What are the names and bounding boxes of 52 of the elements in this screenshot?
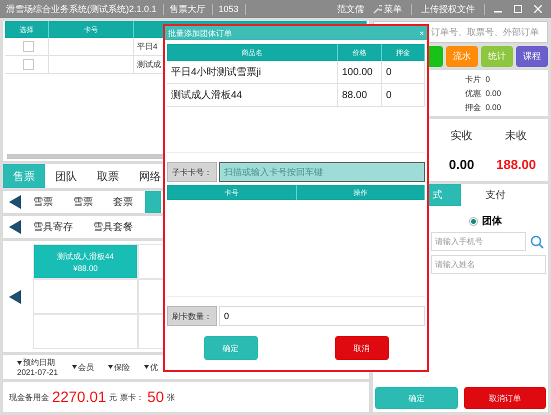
order-button[interactable]: 取消订单	[464, 387, 546, 409]
cash-unit: 元	[109, 392, 118, 402]
left-arrow-icon[interactable]	[9, 220, 21, 234]
cards-label: 票卡：	[120, 392, 144, 402]
window-title: 滑雪场综合业务系统(测试系统)2.1.0.1	[6, 2, 157, 16]
caret-icon	[17, 360, 22, 364]
option-dropdown[interactable]: 优	[150, 362, 158, 372]
total-amount: 188.00	[496, 157, 536, 172]
option-dropdown[interactable]: 保险	[114, 362, 130, 372]
caret-icon	[144, 365, 149, 369]
dialog-title: 批量添加团体订单	[168, 28, 232, 38]
summary-line: 卡片 0	[465, 74, 491, 84]
row-checkbox[interactable]	[22, 41, 34, 52]
cash-label: 现金备用金	[9, 392, 49, 402]
search-icon[interactable]	[530, 234, 544, 248]
table-cell: 平日4小时测试雪票ji	[167, 61, 338, 83]
total-label: 未收	[505, 129, 528, 143]
wrench-icon	[373, 4, 382, 14]
total-label: 实收	[450, 128, 473, 143]
option-dropdown[interactable]: 预约日期	[23, 357, 55, 368]
card-number-field[interactable]: 扫描或输入卡号按回车键	[219, 162, 425, 182]
row-checkbox[interactable]	[22, 59, 34, 70]
user-name: 范文儒	[337, 2, 364, 16]
option-value: 2021-07-21	[17, 368, 58, 377]
terminal-number: 1053	[218, 4, 239, 14]
cards-count: 50	[147, 388, 164, 406]
count-label: 刷卡数量：	[167, 306, 217, 326]
dialog-button[interactable]: 取消	[334, 336, 388, 360]
summary-line: 优惠 0.00	[465, 88, 502, 98]
phone-field[interactable]: 请输入手机号	[431, 232, 526, 251]
table-cell: 88.00	[338, 84, 382, 106]
name-field[interactable]: 请输入姓名	[431, 255, 546, 274]
cash-amount: 2270.01	[52, 388, 106, 406]
total-amount: 0.00	[448, 157, 474, 172]
left-arrow-icon[interactable]	[9, 290, 21, 304]
table-cell: 测试成人滑板44	[167, 84, 338, 106]
cards-unit: 张	[166, 392, 175, 402]
left-arrow-icon[interactable]	[9, 195, 21, 209]
card-label: 子卡卡号：	[167, 162, 217, 182]
summary-line: 押金 0.00	[465, 102, 502, 112]
hall-name: 售票大厅	[170, 2, 206, 16]
count-field[interactable]: 0	[219, 306, 425, 326]
table-cell: 0	[382, 61, 425, 83]
table-cell: 100.00	[338, 61, 382, 83]
group-radio[interactable]: 团体	[373, 214, 548, 228]
action-button[interactable]: 课程	[516, 46, 548, 67]
table-cell: 0	[382, 84, 425, 106]
maximize-icon[interactable]	[511, 5, 525, 13]
close-icon[interactable]	[531, 5, 545, 13]
caret-icon	[72, 365, 77, 369]
caret-icon	[108, 365, 113, 369]
option-dropdown[interactable]: 会员	[78, 362, 94, 372]
